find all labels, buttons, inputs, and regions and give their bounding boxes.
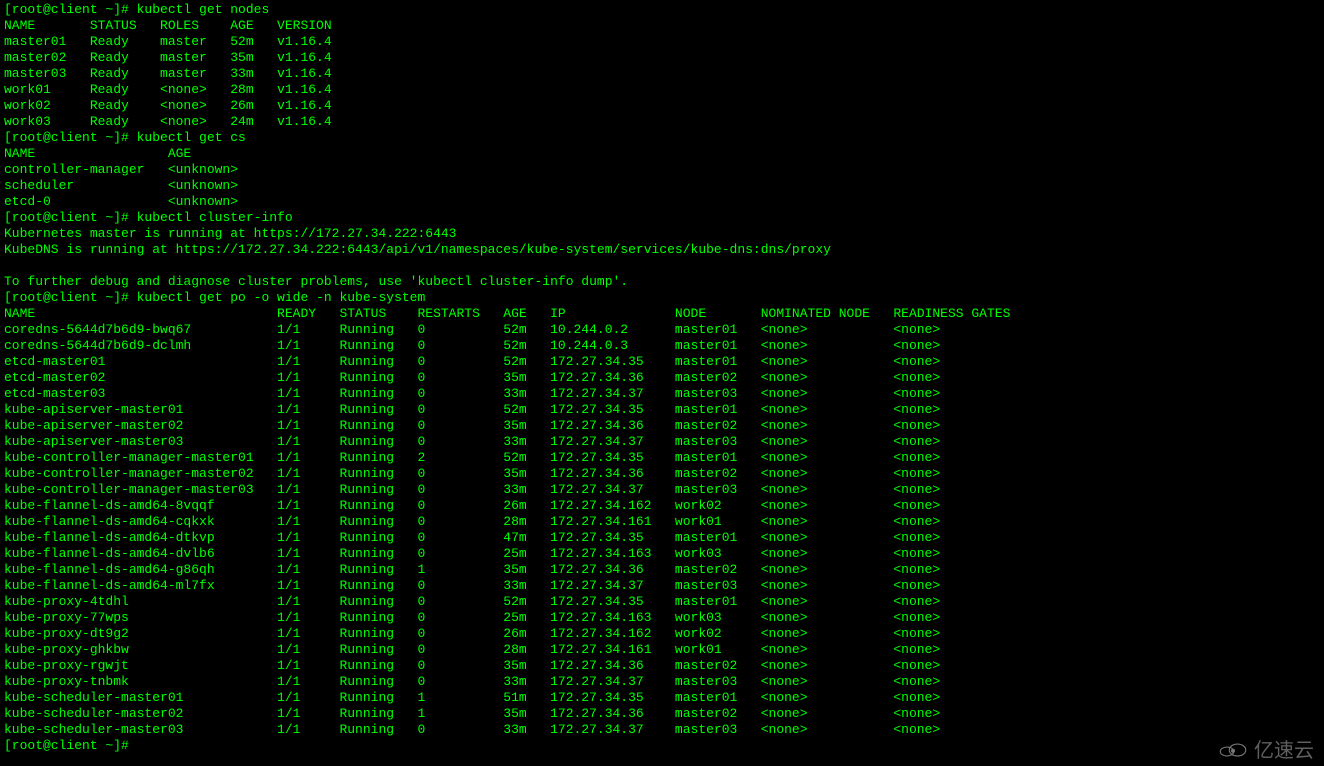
pod-row: kube-apiserver-master01 1/1 Running 0 52… xyxy=(4,402,940,417)
prompt-line: [root@client ~]# kubectl get nodes xyxy=(4,2,269,17)
pod-row: kube-proxy-ghkbw 1/1 Running 0 28m 172.2… xyxy=(4,642,940,657)
pod-row: coredns-5644d7b6d9-dclmh 1/1 Running 0 5… xyxy=(4,338,940,353)
cs-row: controller-manager <unknown> xyxy=(4,162,238,177)
pod-row: kube-flannel-ds-amd64-8vqqf 1/1 Running … xyxy=(4,498,940,513)
node-row: work03 Ready <none> 24m v1.16.4 xyxy=(4,114,332,129)
pod-row: kube-flannel-ds-amd64-g86qh 1/1 Running … xyxy=(4,562,940,577)
pod-row: kube-flannel-ds-amd64-cqkxk 1/1 Running … xyxy=(4,514,940,529)
prompt-line: [root@client ~]# kubectl cluster-info xyxy=(4,210,293,225)
cs-row: scheduler <unknown> xyxy=(4,178,238,193)
watermark-text: 亿速云 xyxy=(1254,743,1314,759)
node-row: master03 Ready master 33m v1.16.4 xyxy=(4,66,332,81)
pod-row: coredns-5644d7b6d9-bwq67 1/1 Running 0 5… xyxy=(4,322,940,337)
pod-row: kube-controller-manager-master02 1/1 Run… xyxy=(4,466,940,481)
terminal-window[interactable]: [root@client ~]# kubectl get nodes NAME … xyxy=(0,0,1324,756)
pod-row: kube-proxy-dt9g2 1/1 Running 0 26m 172.2… xyxy=(4,626,940,641)
pod-row: kube-apiserver-master03 1/1 Running 0 33… xyxy=(4,434,940,449)
pod-row: etcd-master01 1/1 Running 0 52m 172.27.3… xyxy=(4,354,940,369)
prompt-line[interactable]: [root@client ~]# xyxy=(4,738,137,753)
cluster-info-line: KubeDNS is running at https://172.27.34.… xyxy=(4,242,831,257)
pod-row: kube-scheduler-master01 1/1 Running 1 51… xyxy=(4,690,940,705)
cluster-info-line: Kubernetes master is running at https://… xyxy=(4,226,456,241)
pod-row: kube-flannel-ds-amd64-dtkvp 1/1 Running … xyxy=(4,530,940,545)
node-row: master01 Ready master 52m v1.16.4 xyxy=(4,34,332,49)
pods-header: NAME READY STATUS RESTARTS AGE IP NODE N… xyxy=(4,306,1010,321)
prompt-line: [root@client ~]# kubectl get cs xyxy=(4,130,246,145)
pod-row: kube-proxy-rgwjt 1/1 Running 0 35m 172.2… xyxy=(4,658,940,673)
pod-row: etcd-master02 1/1 Running 0 35m 172.27.3… xyxy=(4,370,940,385)
nodes-header: NAME STATUS ROLES AGE VERSION xyxy=(4,18,332,33)
pod-row: kube-proxy-4tdhl 1/1 Running 0 52m 172.2… xyxy=(4,594,940,609)
cs-row: etcd-0 <unknown> xyxy=(4,194,238,209)
pod-row: kube-apiserver-master02 1/1 Running 0 35… xyxy=(4,418,940,433)
pod-row: kube-controller-manager-master03 1/1 Run… xyxy=(4,482,940,497)
pod-row: kube-flannel-ds-amd64-ml7fx 1/1 Running … xyxy=(4,578,940,593)
pod-row: kube-scheduler-master02 1/1 Running 1 35… xyxy=(4,706,940,721)
cluster-info-line: To further debug and diagnose cluster pr… xyxy=(4,274,628,289)
cloud-icon xyxy=(1218,741,1248,761)
node-row: master02 Ready master 35m v1.16.4 xyxy=(4,50,332,65)
prompt-line: [root@client ~]# kubectl get po -o wide … xyxy=(4,290,425,305)
cs-header: NAME AGE xyxy=(4,146,191,161)
watermark: 亿速云 xyxy=(1218,741,1314,761)
pod-row: kube-proxy-77wps 1/1 Running 0 25m 172.2… xyxy=(4,610,940,625)
node-row: work02 Ready <none> 26m v1.16.4 xyxy=(4,98,332,113)
pod-row: kube-controller-manager-master01 1/1 Run… xyxy=(4,450,940,465)
node-row: work01 Ready <none> 28m v1.16.4 xyxy=(4,82,332,97)
pod-row: kube-scheduler-master03 1/1 Running 0 33… xyxy=(4,722,940,737)
terminal-output: [root@client ~]# kubectl get nodes NAME … xyxy=(4,2,1320,754)
pod-row: kube-flannel-ds-amd64-dvlb6 1/1 Running … xyxy=(4,546,940,561)
pod-row: kube-proxy-tnbmk 1/1 Running 0 33m 172.2… xyxy=(4,674,940,689)
pod-row: etcd-master03 1/1 Running 0 33m 172.27.3… xyxy=(4,386,940,401)
